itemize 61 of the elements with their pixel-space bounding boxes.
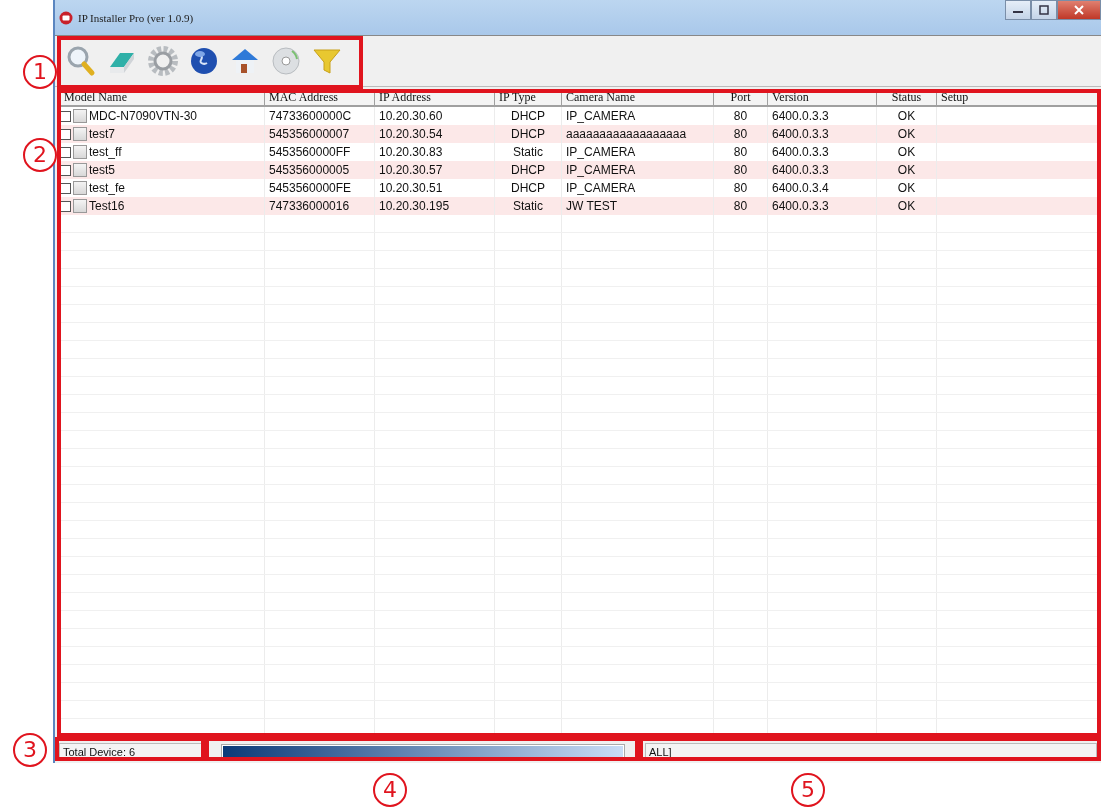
table-cell: test_fe bbox=[89, 181, 126, 195]
checkbox[interactable] bbox=[60, 146, 71, 158]
window-title: IP Installer Pro (ver 1.0.9) bbox=[78, 11, 194, 24]
callout-number: 5 bbox=[791, 773, 825, 807]
table-cell: 80 bbox=[714, 197, 768, 215]
table-cell: 545356000005 bbox=[265, 161, 375, 179]
device-icon bbox=[73, 109, 87, 123]
camera-icon bbox=[59, 10, 73, 25]
device-icon bbox=[73, 181, 87, 195]
maximize-button[interactable] bbox=[1031, 0, 1057, 20]
column-header[interactable]: Status bbox=[877, 90, 937, 105]
table-cell: Static bbox=[495, 197, 562, 215]
checkbox[interactable] bbox=[60, 200, 71, 212]
minimize-button[interactable] bbox=[1005, 0, 1031, 20]
table-cell: test5 bbox=[89, 163, 115, 177]
table-cell: 10.20.30.57 bbox=[375, 161, 495, 179]
table-cell: 80 bbox=[714, 161, 768, 179]
column-header[interactable]: Model Name bbox=[60, 90, 265, 105]
table-cell: 80 bbox=[714, 125, 768, 143]
close-button[interactable] bbox=[1057, 0, 1101, 20]
callout-number: 3 bbox=[13, 733, 47, 767]
column-header[interactable]: MAC Address bbox=[265, 90, 375, 105]
column-header[interactable]: IP Address bbox=[375, 90, 495, 105]
table-cell: 6400.0.3.3 bbox=[768, 197, 877, 215]
column-header[interactable]: Port bbox=[714, 90, 768, 105]
device-icon bbox=[73, 163, 87, 177]
table-cell: Test16 bbox=[89, 199, 125, 213]
checkbox[interactable] bbox=[60, 182, 71, 194]
table-cell: test_ff bbox=[89, 145, 122, 159]
column-header[interactable]: IP Type bbox=[495, 90, 562, 105]
checkbox[interactable] bbox=[60, 110, 71, 122]
table-cell: OK bbox=[877, 197, 937, 215]
device-icon bbox=[73, 199, 87, 213]
table-cell: 10.20.30.195 bbox=[375, 197, 495, 215]
column-header[interactable]: Setup bbox=[937, 90, 1100, 105]
column-header[interactable]: Camera Name bbox=[562, 90, 714, 105]
globe-icon[interactable] bbox=[188, 45, 220, 77]
table-cell: MDC-N7090VTN-30 bbox=[89, 109, 198, 123]
column-header[interactable]: Version bbox=[768, 90, 877, 105]
callout-number: 1 bbox=[23, 55, 57, 89]
callout-number: 2 bbox=[23, 138, 57, 172]
table-cell: 10.20.30.54 bbox=[375, 125, 495, 143]
checkbox[interactable] bbox=[60, 164, 71, 176]
table-cell: 545356000007 bbox=[265, 125, 375, 143]
table-cell: OK bbox=[877, 161, 937, 179]
table-cell: 6400.0.3.3 bbox=[768, 125, 877, 143]
table-cell: IP_CAMERA bbox=[562, 161, 714, 179]
device-icon bbox=[73, 127, 87, 141]
table-cell: OK bbox=[877, 125, 937, 143]
table-cell: DHCP bbox=[495, 125, 562, 143]
device-icon bbox=[73, 145, 87, 159]
table-cell: 6400.0.3.3 bbox=[768, 161, 877, 179]
maximize-icon bbox=[1038, 5, 1050, 15]
table-cell: test7 bbox=[89, 127, 115, 141]
close-icon bbox=[1073, 5, 1085, 15]
table-cell: 747336000016 bbox=[265, 197, 375, 215]
table-cell: aaaaaaaaaaaaaaaaaa bbox=[562, 125, 714, 143]
table-cell: JW TEST bbox=[562, 197, 714, 215]
table-cell: DHCP bbox=[495, 161, 562, 179]
checkbox[interactable] bbox=[60, 128, 71, 140]
callout-number: 4 bbox=[373, 773, 407, 807]
